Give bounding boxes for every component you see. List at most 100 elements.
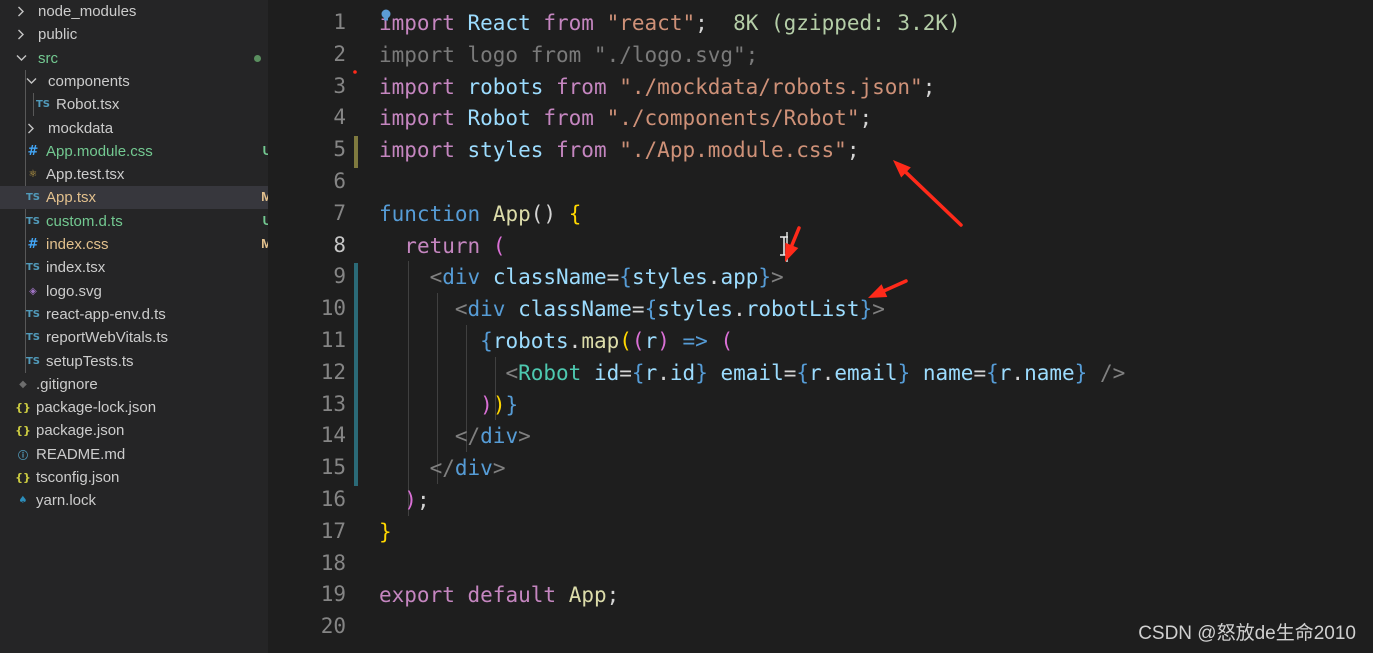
tree-file[interactable]: ⓘ README.md [0,443,268,466]
tree-item-label: package.json [36,422,125,440]
code-token: } [758,265,772,290]
code-line[interactable]: <Robot id={r.id} email={r.email} name={r… [379,357,1125,389]
tree-folder[interactable]: mockdata [0,117,268,140]
code-token: } [1074,360,1088,385]
code-token: import [379,138,455,163]
tree-file[interactable]: ⚛ App.test.tsx [0,163,268,186]
chevron-right-icon[interactable] [14,6,28,17]
code-token: import logo from "./logo.svg"; [379,42,759,67]
tree-file[interactable]: TS custom.d.ts U [0,210,268,233]
code-line[interactable]: return ( [379,230,505,262]
info-file-icon: ⓘ [18,450,28,462]
tree-file[interactable]: # App.module.css U [0,140,268,163]
code-token: . [733,297,746,322]
code-line[interactable]: </div> [379,420,531,452]
json-file-icon: {} [15,471,31,484]
gutter-change-marker [354,295,358,327]
tree-item-label: yarn.lock [36,492,97,510]
lightbulb-icon[interactable] [380,6,392,21]
chevron-down-icon[interactable] [14,54,28,62]
tree-item-label: components [48,72,130,90]
code-token: robotList [745,297,860,322]
code-line[interactable]: <div className={styles.app}> [379,261,784,293]
code-line[interactable]: <div className={styles.robotList}> [379,293,885,325]
code-editor[interactable]: 1 import React from "react"; 8K (gzipped:… [268,0,1373,653]
tree-item-label: tsconfig.json [36,469,120,486]
code-token: r [809,360,822,385]
chevron-down-icon[interactable] [24,77,38,85]
tree-file[interactable]: ◆ .gitignore [0,373,268,396]
code-line[interactable]: function App() { [379,198,581,230]
code-line[interactable]: {robots.map((r) => ( [379,325,733,357]
code-token: ( [720,329,734,353]
tree-file[interactable]: ♠ yarn.lock [0,489,268,512]
code-token: ; [606,583,620,608]
code-token: import [379,106,455,131]
ts-file-icon: TS [25,192,41,204]
code-line[interactable]: import React from "react"; 8K (gzipped: … [379,7,961,39]
code-token: ( [492,233,506,258]
code-token: ; [922,74,936,99]
code-line[interactable]: import styles from "./App.module.css"; [379,134,859,166]
code-line[interactable]: ))} [379,389,518,421]
tree-file[interactable]: TS react-app-env.d.ts [0,303,268,326]
code-token: robots [492,329,569,353]
code-token: > [872,297,885,322]
code-token: ( [631,329,645,353]
code-line[interactable]: } [379,516,392,548]
code-line[interactable]: </div> [379,452,506,484]
line-number: 6 [333,169,346,193]
code-token: . [821,360,835,385]
tree-item-label: package-lock.json [36,399,157,417]
annotation-dot [353,70,357,74]
code-token: > [492,456,506,481]
tree-file[interactable]: {} tsconfig.json [0,466,268,489]
tree-item-label: custom.d.ts [46,212,123,230]
tree-folder[interactable]: public [0,23,268,46]
tree-folder[interactable]: src [0,47,268,70]
code-line[interactable]: ); [379,484,430,516]
code-line[interactable]: import logo from "./logo.svg"; [379,39,758,71]
chevron-right-icon[interactable] [24,123,38,134]
code-token: </ [429,456,455,481]
tree-file[interactable]: # index.css M [0,233,268,256]
code-line[interactable]: export default App; [379,579,619,611]
code-token: styles [454,138,557,163]
code-line[interactable]: import Robot from "./components/Robot"; [379,102,872,134]
code-token: . [707,265,721,290]
tree-file[interactable]: ◈ logo.svg [0,280,268,303]
gutter-change-marker [354,454,358,486]
tree-file[interactable]: TS App.tsx M [0,186,268,210]
tree-item-label: react-app-env.d.ts [46,305,166,323]
code-token: > [518,424,531,449]
code-token: } [897,360,911,385]
code-token: ( [619,329,632,353]
code-token: import [379,74,455,99]
code-token: export [379,583,455,608]
code-token: robots [454,74,557,99]
code-token: ; [416,488,430,512]
tree-file[interactable]: TS setupTests.ts [0,350,268,373]
code-token: id [593,360,620,385]
chevron-right-icon[interactable] [14,29,28,40]
code-token: Robot [518,360,582,385]
tree-file[interactable]: TS index.tsx [0,256,268,279]
tree-file[interactable]: {} package-lock.json [0,396,268,419]
code-line[interactable]: import robots from "./mockdata/robots.js… [379,71,935,103]
tree-file[interactable]: TS reportWebVitals.ts [0,326,268,349]
code-token: default [467,583,557,608]
code-token: div [480,424,519,449]
tree-folder[interactable]: node_modules [0,0,268,23]
tree-file[interactable]: {} package.json [0,419,268,442]
code-token: className [518,297,632,322]
json-file-icon: {} [15,401,31,415]
line-number: 19 [320,582,346,607]
code-token: . [1011,360,1025,385]
tree-file[interactable]: TS Robot.tsx [0,93,268,116]
tree-folder[interactable]: components [0,70,268,93]
